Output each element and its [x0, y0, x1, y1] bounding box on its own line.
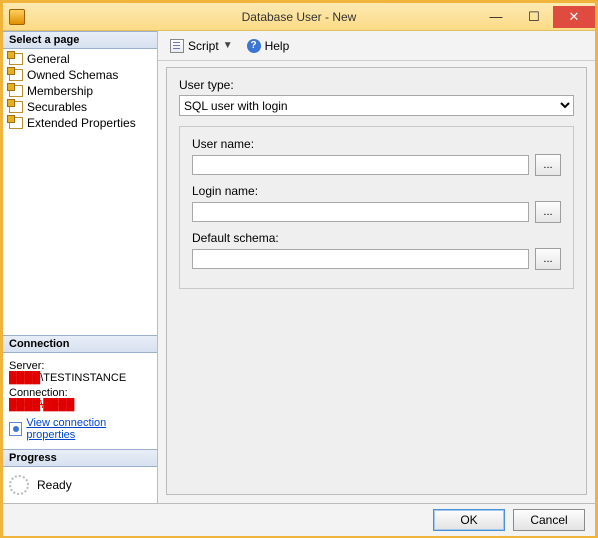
page-label: Extended Properties: [27, 116, 136, 130]
default-schema-label: Default schema:: [192, 231, 561, 245]
maximize-button[interactable]: ☐: [515, 6, 553, 28]
login-name-group: Login name: ...: [192, 184, 561, 223]
page-item-membership[interactable]: Membership: [3, 83, 157, 99]
page-icon: [9, 117, 23, 129]
connection-header: Connection: [3, 335, 157, 353]
form-area: User type: SQL user with login User name…: [166, 67, 587, 495]
connection-label: Connection:: [9, 387, 151, 399]
page-label: General: [27, 52, 70, 66]
page-item-general[interactable]: General: [3, 51, 157, 67]
script-icon: [170, 39, 184, 53]
app-icon: [9, 9, 25, 25]
user-name-label: User name:: [192, 137, 561, 151]
page-item-owned-schemas[interactable]: Owned Schemas: [3, 67, 157, 83]
page-icon: [9, 69, 23, 81]
left-panel: Select a page General Owned Schemas Memb…: [3, 31, 158, 503]
view-connection-properties-label: View connection properties: [26, 417, 151, 441]
server-value: ████\TESTINSTANCE: [9, 372, 151, 384]
connection-value: ████\████: [9, 399, 151, 411]
user-fieldset: User name: ... Login name: ... Default s…: [179, 126, 574, 289]
page-icon: [9, 53, 23, 65]
page-icon: [9, 85, 23, 97]
view-connection-properties-link[interactable]: View connection properties: [9, 417, 151, 441]
progress-body: Ready: [3, 467, 157, 503]
login-name-input[interactable]: [192, 202, 529, 222]
default-schema-group: Default schema: ...: [192, 231, 561, 270]
user-type-select[interactable]: SQL user with login: [179, 95, 574, 116]
toolbar: Script ▼ ? Help: [158, 31, 595, 61]
page-item-extended-properties[interactable]: Extended Properties: [3, 115, 157, 131]
page-label: Securables: [27, 100, 87, 114]
connection-redacted: ████\████: [9, 399, 74, 411]
chevron-down-icon: ▼: [223, 40, 233, 51]
right-panel: Script ▼ ? Help User type: SQL user with…: [158, 31, 595, 503]
script-button[interactable]: Script ▼: [166, 37, 237, 55]
footer: OK Cancel: [3, 503, 595, 536]
cancel-button[interactable]: Cancel: [513, 509, 585, 531]
page-label: Owned Schemas: [27, 68, 118, 82]
user-type-group: User type: SQL user with login: [179, 78, 574, 116]
titlebar: Database User - New — ☐ ✕: [3, 3, 595, 31]
login-name-label: Login name:: [192, 184, 561, 198]
page-label: Membership: [27, 84, 93, 98]
user-type-label: User type:: [179, 78, 574, 92]
login-name-browse-button[interactable]: ...: [535, 201, 561, 223]
connection-body: Server: ████\TESTINSTANCE Connection: ██…: [3, 353, 157, 449]
page-icon: [9, 101, 23, 113]
help-icon: ?: [247, 39, 261, 53]
user-name-input[interactable]: [192, 155, 529, 175]
help-label: Help: [265, 39, 290, 53]
window-title: Database User - New: [242, 10, 357, 24]
script-label: Script: [188, 39, 219, 53]
progress-header: Progress: [3, 449, 157, 467]
server-redacted: ████: [9, 372, 40, 384]
window-buttons: — ☐ ✕: [477, 6, 595, 28]
user-name-browse-button[interactable]: ...: [535, 154, 561, 176]
page-list: General Owned Schemas Membership Securab…: [3, 49, 157, 133]
default-schema-browse-button[interactable]: ...: [535, 248, 561, 270]
close-button[interactable]: ✕: [553, 6, 595, 28]
select-page-header: Select a page: [3, 31, 157, 49]
help-button[interactable]: ? Help: [243, 37, 294, 55]
user-name-group: User name: ...: [192, 137, 561, 176]
connection-properties-icon: [9, 422, 22, 436]
progress-spinner-icon: [9, 475, 29, 495]
server-text: \TESTINSTANCE: [40, 372, 126, 384]
page-item-securables[interactable]: Securables: [3, 99, 157, 115]
left-fill: [3, 133, 157, 335]
server-label: Server:: [9, 360, 151, 372]
default-schema-input[interactable]: [192, 249, 529, 269]
progress-status: Ready: [37, 478, 72, 492]
ok-button[interactable]: OK: [433, 509, 505, 531]
minimize-button[interactable]: —: [477, 6, 515, 28]
